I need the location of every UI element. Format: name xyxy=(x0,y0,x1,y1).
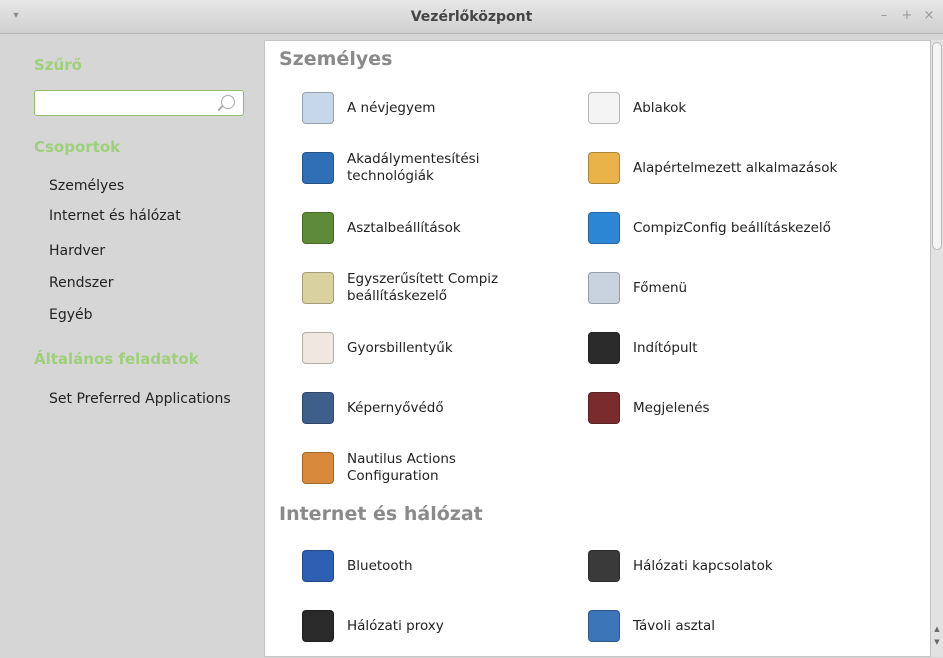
applet-screensaver[interactable]: Képernyővédő xyxy=(302,386,444,430)
applet-bluetooth[interactable]: Bluetooth xyxy=(302,544,413,588)
applet-label: CompizConfig beállításkezelő xyxy=(633,219,831,236)
screensaver-icon xyxy=(302,392,334,424)
applet-label: Indítópult xyxy=(633,339,698,356)
group-internet[interactable]: Internet és hálózat xyxy=(49,208,181,224)
search-icon xyxy=(221,95,235,109)
search-input[interactable] xyxy=(34,90,244,116)
applet-compiz[interactable]: CompizConfig beállításkezelő xyxy=(588,206,831,250)
applet-label: Hálózati proxy xyxy=(347,617,444,634)
accessibility-icon xyxy=(302,152,334,184)
minimize-button[interactable]: – xyxy=(876,8,892,24)
close-button[interactable]: × xyxy=(921,8,937,24)
group-hardver[interactable]: Hardver xyxy=(49,243,105,259)
applet-desktop[interactable]: Asztalbeállítások xyxy=(302,206,461,250)
applet-simple-compiz[interactable]: Egyszerűsített Compiz beállításkezelő xyxy=(302,266,498,310)
default-apps-icon xyxy=(588,152,620,184)
applet-keyboard-shortcuts[interactable]: Gyorsbillentyűk xyxy=(302,326,453,370)
applet-label: Távoli asztal xyxy=(633,617,716,634)
scroll-up-arrow[interactable]: ▲ xyxy=(933,625,941,633)
applet-label: Ablakok xyxy=(633,99,687,116)
applet-contact-card[interactable]: A névjegyem xyxy=(302,86,435,130)
scroll-down-arrow[interactable]: ▼ xyxy=(933,638,941,646)
main-menu-icon xyxy=(588,272,620,304)
simple-compiz-icon xyxy=(302,272,334,304)
groups-heading: Csoportok xyxy=(34,138,121,156)
applet-main-menu[interactable]: Főmenü xyxy=(588,266,687,310)
applet-label: Gyorsbillentyűk xyxy=(347,339,453,356)
applet-window[interactable]: Ablakok xyxy=(588,86,686,130)
window-icon xyxy=(588,92,620,124)
filter-heading: Szűrő xyxy=(34,56,82,74)
bluetooth-icon xyxy=(302,550,334,582)
group-egyeb[interactable]: Egyéb xyxy=(49,307,93,323)
nautilus-actions-icon xyxy=(302,452,334,484)
compiz-icon xyxy=(588,212,620,244)
applet-nautilus-actions[interactable]: Nautilus Actions Configuration xyxy=(302,446,456,490)
appearance-icon xyxy=(588,392,620,424)
applet-network-connections[interactable]: Hálózati kapcsolatok xyxy=(588,544,773,588)
section-title-internet: Internet és hálózat xyxy=(279,503,483,525)
main-panel: Személyes A névjegyem Ablakok Akadálymente… xyxy=(264,40,931,657)
section-title-szemelyes: Személyes xyxy=(279,48,393,70)
task-set-preferred-applications[interactable]: Set Preferred Applications xyxy=(49,391,231,407)
applet-label: Főmenü xyxy=(633,279,688,296)
desktop-icon xyxy=(302,212,334,244)
applet-label: Akadálymentesítési technológiák xyxy=(347,151,480,184)
launcher-icon xyxy=(588,332,620,364)
applet-accessibility[interactable]: Akadálymentesítési technológiák xyxy=(302,146,479,190)
group-rendszer[interactable]: Rendszer xyxy=(49,275,113,291)
applet-label: Hálózati kapcsolatok xyxy=(633,557,773,574)
applet-label: Asztalbeállítások xyxy=(347,219,461,236)
contact-card-icon xyxy=(302,92,334,124)
applet-default-apps[interactable]: Alapértelmezett alkalmazások xyxy=(588,146,837,190)
applet-label: Megjelenés xyxy=(633,399,710,416)
network-connections-icon xyxy=(588,550,620,582)
remote-desktop-icon xyxy=(588,610,620,642)
keyboard-shortcuts-icon xyxy=(302,332,334,364)
applet-label: Egyszerűsített Compiz beállításkezelő xyxy=(347,271,499,304)
scrollbar-thumb[interactable] xyxy=(932,42,942,250)
group-szemelyes[interactable]: Személyes xyxy=(49,178,124,194)
sidebar: Szűrő Csoportok Személyes Internet és há… xyxy=(0,34,264,658)
tasks-heading: Általános feladatok xyxy=(34,350,199,368)
applet-appearance[interactable]: Megjelenés xyxy=(588,386,710,430)
applet-label: Képernyővédő xyxy=(347,399,444,416)
window-title: Vezérlőközpont xyxy=(410,9,533,25)
applet-network-proxy[interactable]: Hálózati proxy xyxy=(302,604,444,648)
applet-label: Alapértelmezett alkalmazások xyxy=(633,159,838,176)
applet-label: Bluetooth xyxy=(347,557,413,574)
window-titlebar: ▾ Vezérlőközpont – + × xyxy=(0,0,943,34)
vertical-scrollbar[interactable]: ▲ ▼ xyxy=(931,40,943,657)
maximize-button[interactable]: + xyxy=(899,8,915,24)
network-proxy-icon xyxy=(302,610,334,642)
applet-remote-desktop[interactable]: Távoli asztal xyxy=(588,604,715,648)
applet-label: A névjegyem xyxy=(347,99,436,116)
applet-label: Nautilus Actions Configuration xyxy=(347,451,456,484)
applet-launcher[interactable]: Indítópult xyxy=(588,326,698,370)
